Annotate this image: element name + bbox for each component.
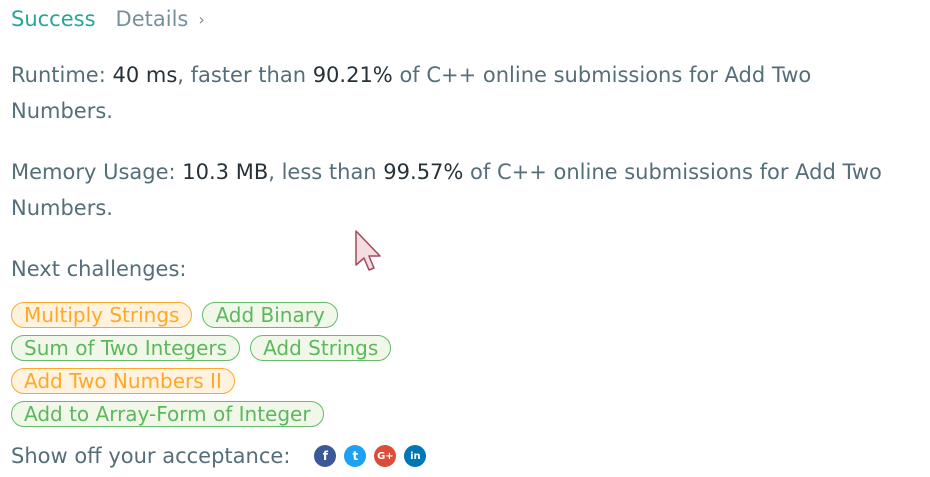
memory-label: Memory Usage: [11,160,183,184]
mouse-cursor-icon [355,230,381,271]
twitter-icon[interactable]: t [344,445,367,467]
next-challenges-list: Multiply Strings Add Binary Sum of Two I… [11,302,911,434]
status-label: Success [11,7,96,31]
runtime-percent: 90.21% [312,63,393,87]
runtime-summary: Runtime: 40 ms, faster than 90.21% of C+… [11,57,911,129]
chevron-right-icon: › [198,9,205,29]
challenge-row: Sum of Two Integers Add Strings [11,335,911,361]
challenge-tag-add-strings[interactable]: Add Strings [250,335,392,361]
memory-summary: Memory Usage: 10.3 MB, less than 99.57% … [11,154,911,226]
facebook-icon[interactable]: f [314,445,337,467]
runtime-label: Runtime: [11,63,113,87]
challenge-tag-add-binary[interactable]: Add Binary [202,302,338,328]
memory-value: 10.3 MB [182,160,269,184]
share-bar: Show off your acceptance: f t G+ in [11,438,434,474]
runtime-mid-text: , faster than [177,63,313,87]
details-link[interactable]: Details › [116,7,205,31]
memory-mid-text: , less than [268,160,384,184]
challenge-tag-sum-of-two-integers[interactable]: Sum of Two Integers [11,335,241,361]
share-label: Show off your acceptance: [11,444,291,468]
challenge-row: Multiply Strings Add Binary [11,302,911,328]
challenge-row: Add Two Numbers II [11,368,911,394]
next-challenges-title: Next challenges: [11,257,187,281]
google-plus-icon[interactable]: G+ [374,445,397,467]
result-header: Success Details › [11,4,205,34]
challenge-row: Add to Array-Form of Integer [11,401,911,427]
challenge-tag-add-to-array-form[interactable]: Add to Array-Form of Integer [11,401,324,427]
details-label[interactable]: Details [116,7,189,31]
linkedin-icon[interactable]: in [404,445,427,467]
challenge-tag-multiply-strings[interactable]: Multiply Strings [11,302,193,328]
memory-percent: 99.57% [383,160,464,184]
runtime-value: 40 ms [112,63,178,87]
challenge-tag-add-two-numbers-ii[interactable]: Add Two Numbers II [11,368,235,394]
